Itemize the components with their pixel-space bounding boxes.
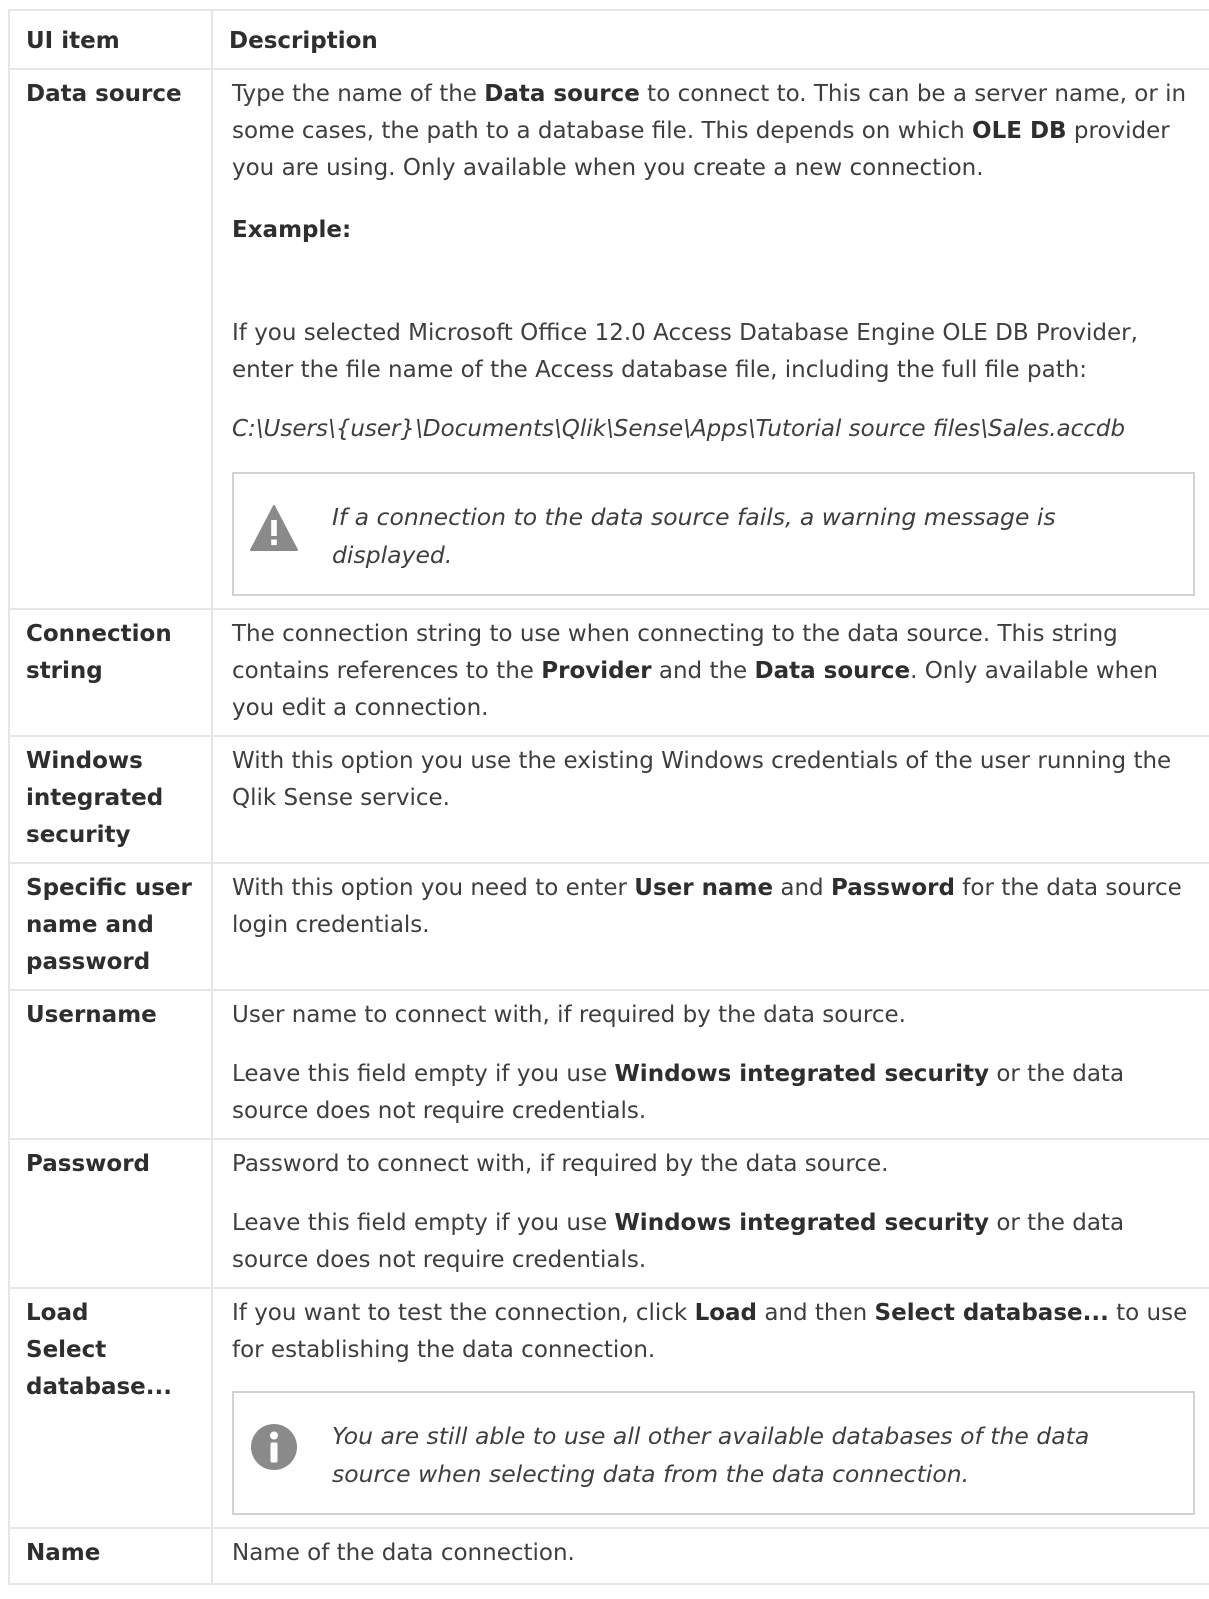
text-run: Type the name of the xyxy=(232,81,485,107)
bold-load: Load xyxy=(694,1300,758,1326)
table-row-load-select: Load Select database... If you want to t… xyxy=(8,1287,1209,1529)
item-load-select: Load Select database... xyxy=(8,1287,213,1529)
item-load: Load xyxy=(26,1300,89,1326)
table-row-name: Name Name of the data connection. xyxy=(8,1527,1209,1585)
desc-name: Name of the data connection. xyxy=(211,1527,1209,1585)
text-run: and the xyxy=(651,658,755,684)
connection-string-paragraph: The connection string to use when connec… xyxy=(232,616,1195,727)
desc-specific-user: With this option you need to enter User … xyxy=(211,862,1209,991)
windows-security-paragraph: With this option you use the existing Wi… xyxy=(232,748,1172,811)
table-row-username: Username User name to connect with, if r… xyxy=(8,989,1209,1140)
bold-user-name: User name xyxy=(634,875,774,901)
desc-password: Password to connect with, if required by… xyxy=(211,1138,1209,1289)
warning-text: If a connection to the data source fails… xyxy=(332,503,1056,569)
text-run: If you want to test the connection, clic… xyxy=(232,1300,695,1326)
load-select-paragraph: If you want to test the connection, clic… xyxy=(232,1295,1195,1369)
table-header-row: UI item Description xyxy=(8,9,1209,70)
info-note: You are still able to use all other avai… xyxy=(232,1391,1195,1515)
ui-items-table: UI item Description Data source Type the… xyxy=(8,9,1209,1585)
password-paragraph-1: Password to connect with, if required by… xyxy=(232,1151,889,1177)
desc-windows-security: With this option you use the existing Wi… xyxy=(211,735,1209,864)
text-run: Leave this field empty if you use xyxy=(232,1210,615,1236)
item-data-source: Data source xyxy=(8,68,213,610)
example-label: Example: xyxy=(232,217,352,243)
table-row-connection-string: Connection string The connection string … xyxy=(8,608,1209,737)
info-text: You are still able to use all other avai… xyxy=(332,1422,1090,1488)
item-connection-string: Connection string xyxy=(8,608,213,737)
bold-password: Password xyxy=(830,875,955,901)
bold-windows-security: Windows integrated security xyxy=(614,1061,990,1087)
username-paragraph-1: User name to connect with, if required b… xyxy=(232,1002,906,1028)
desc-connection-string: The connection string to use when connec… xyxy=(211,608,1209,737)
name-paragraph: Name of the data connection. xyxy=(232,1540,575,1566)
header-ui-item: UI item xyxy=(8,9,213,70)
text-run: Leave this field empty if you use xyxy=(232,1061,615,1087)
info-circle-icon xyxy=(251,1424,297,1470)
table-row-data-source: Data source Type the name of the Data so… xyxy=(8,68,1209,610)
item-specific-user: Specific user name and password xyxy=(8,862,213,991)
desc-load-select: If you want to test the connection, clic… xyxy=(211,1287,1209,1529)
username-paragraph-2: Leave this field empty if you use Window… xyxy=(232,1056,1195,1130)
desc-username: User name to connect with, if required b… xyxy=(211,989,1209,1140)
desc-data-source: Type the name of the Data source to conn… xyxy=(211,68,1209,610)
bold-provider: Provider xyxy=(541,658,652,684)
example-path: C:\Users\{user}\Documents\Qlik\Sense\App… xyxy=(232,416,1126,442)
text-run: and then xyxy=(757,1300,875,1326)
password-paragraph-2: Leave this field empty if you use Window… xyxy=(232,1205,1195,1279)
item-username: Username xyxy=(8,989,213,1140)
text-run: and xyxy=(773,875,831,901)
table-row-specific-user: Specific user name and password With thi… xyxy=(8,862,1209,991)
item-select-database: Select database... xyxy=(26,1337,172,1400)
warning-triangle-icon xyxy=(250,505,298,551)
data-source-paragraph: Type the name of the Data source to conn… xyxy=(232,76,1195,187)
bold-data-source: Data source xyxy=(484,81,640,107)
warning-note: If a connection to the data source fails… xyxy=(232,472,1195,596)
example-text: If you selected Microsoft Office 12.0 Ac… xyxy=(232,320,1138,383)
header-description: Description xyxy=(211,9,1209,70)
table-row-password: Password Password to connect with, if re… xyxy=(8,1138,1209,1289)
bold-ole-db: OLE DB xyxy=(972,118,1067,144)
bold-windows-security: Windows integrated security xyxy=(614,1210,990,1236)
item-windows-security: Windows integrated security xyxy=(8,735,213,864)
specific-user-paragraph: With this option you need to enter User … xyxy=(232,870,1195,944)
text-run: With this option you need to enter xyxy=(232,875,635,901)
table-row-windows-security: Windows integrated security With this op… xyxy=(8,735,1209,864)
item-name: Name xyxy=(8,1527,213,1585)
item-password: Password xyxy=(8,1138,213,1289)
bold-data-source: Data source xyxy=(754,658,911,684)
bold-select-database: Select database... xyxy=(874,1300,1109,1326)
